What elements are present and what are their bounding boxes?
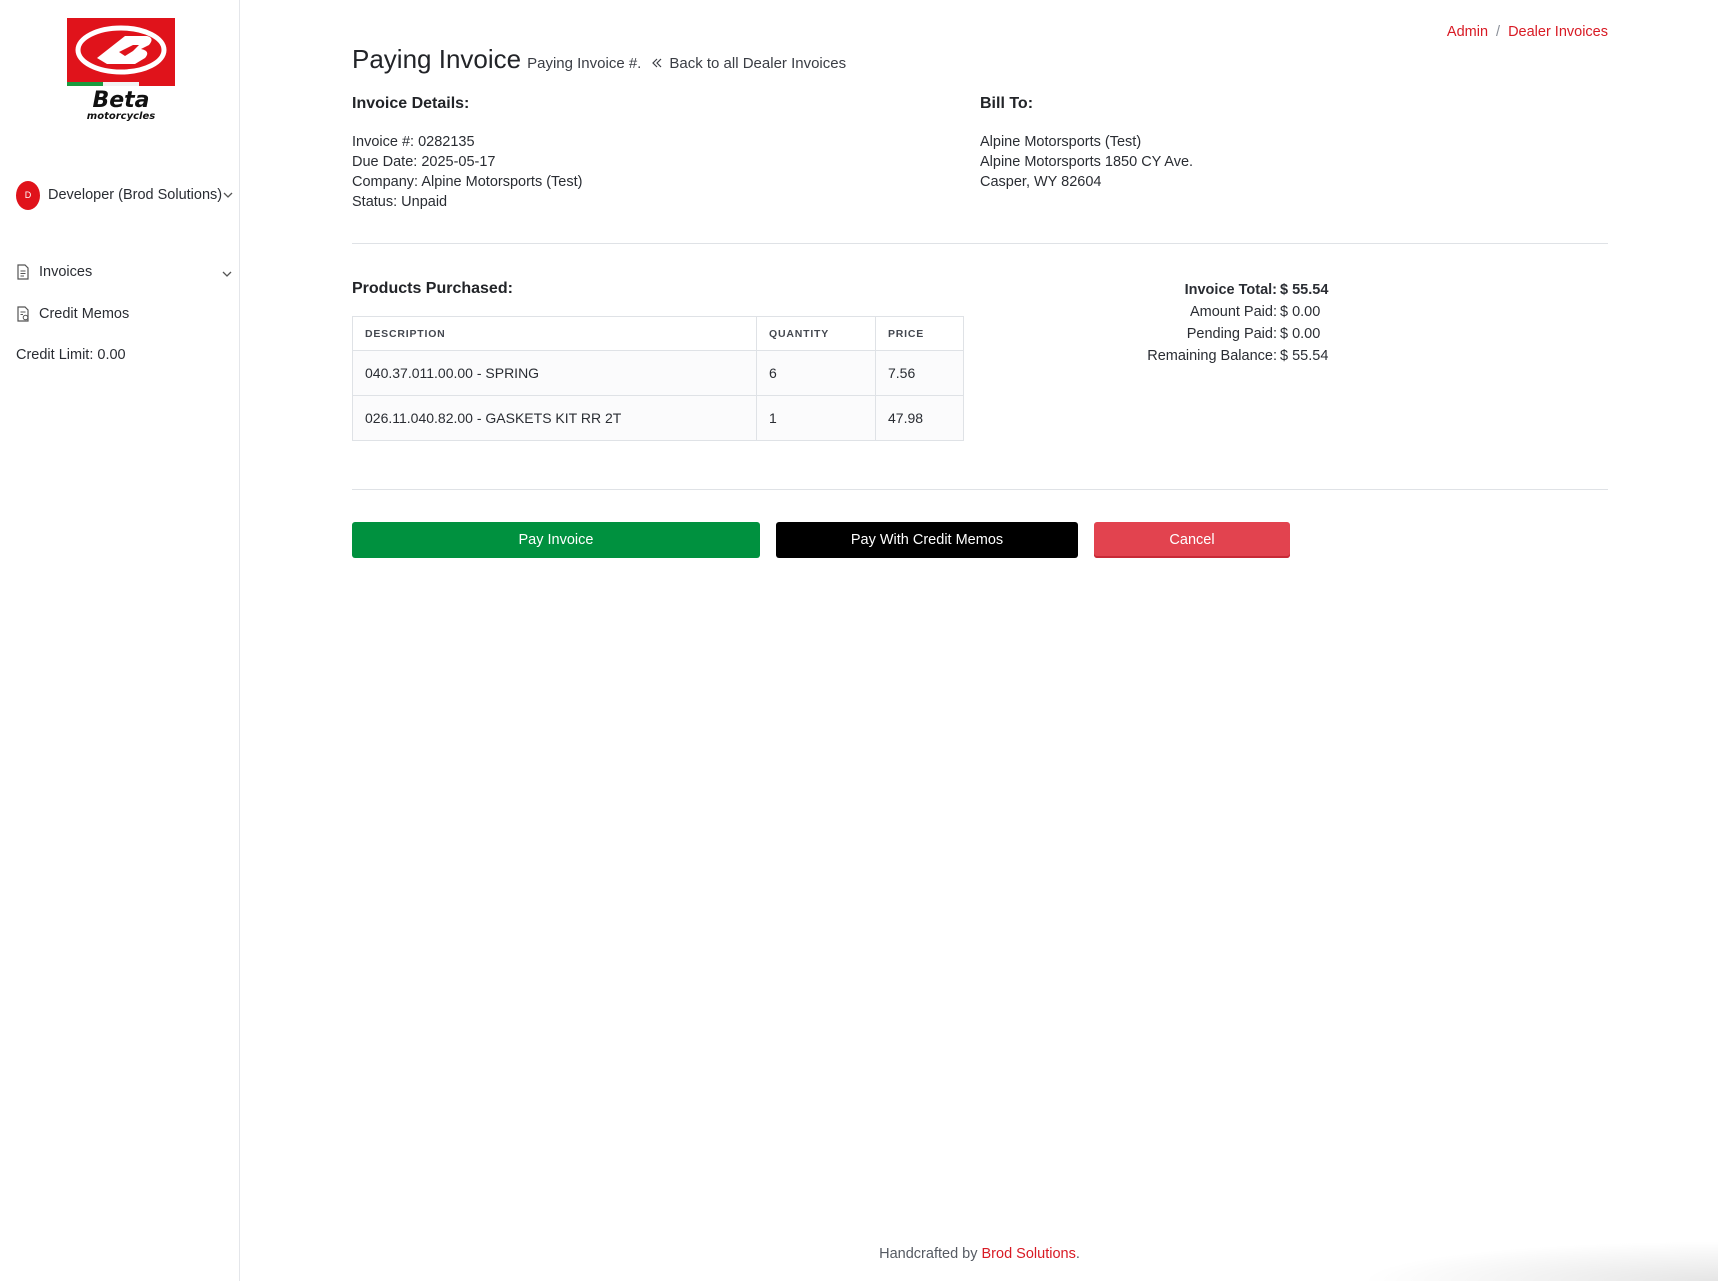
invoice-due-date: Due Date: 2025-05-17: [352, 154, 496, 170]
breadcrumb-admin[interactable]: Admin: [1447, 24, 1488, 40]
breadcrumb-separator: /: [1496, 24, 1501, 40]
invoice-details: Invoice #: 0282135 Due Date: 2025-05-17 …: [352, 132, 582, 212]
corner-shadow: [1358, 1241, 1718, 1281]
divider: [352, 243, 1608, 244]
cell-price: 47.98: [875, 395, 964, 441]
chevron-down-icon: [223, 186, 233, 204]
cell-description: 040.37.011.00.00 - SPRING: [352, 350, 757, 396]
invoice-number: Invoice #: 0282135: [352, 134, 475, 150]
svg-text:motorcycles: motorcycles: [87, 111, 155, 122]
cell-price: 7.56: [875, 350, 964, 396]
column-header-description: DESCRIPTION: [352, 316, 757, 351]
products-heading: Products Purchased:: [352, 280, 513, 297]
sidebar-item-credit-memos[interactable]: Credit Memos: [16, 300, 232, 328]
cell-quantity: 6: [756, 350, 876, 396]
pay-with-credit-memos-button[interactable]: Pay With Credit Memos: [776, 522, 1078, 558]
total-row-invoice-total: Invoice Total: $ 55.54: [1091, 279, 1329, 301]
invoice-status: Status: Unpaid: [352, 194, 448, 210]
cell-description: 026.11.040.82.00 - GASKETS KIT RR 2T: [352, 395, 757, 441]
back-link-label: Back to all Dealer Invoices: [669, 55, 847, 72]
footer-suffix: .: [1075, 1246, 1080, 1262]
pay-invoice-button[interactable]: Pay Invoice: [352, 522, 760, 558]
footer-text: Handcrafted by: [879, 1246, 982, 1262]
document-icon: [16, 264, 30, 280]
breadcrumb-dealer-invoices[interactable]: Dealer Invoices: [1508, 24, 1608, 40]
total-row-remaining-balance: Remaining Balance: $ 55.54: [1091, 345, 1328, 367]
bill-to-city: Casper, WY 82604: [980, 174, 1102, 190]
footer-brod-solutions-link[interactable]: Brod Solutions: [982, 1246, 1076, 1262]
cell-quantity: 1: [756, 395, 876, 441]
bill-to-name: Alpine Motorsports (Test): [980, 134, 1142, 150]
invoice-company: Company: Alpine Motorsports (Test): [352, 174, 583, 190]
bill-to-heading: Bill To:: [980, 95, 1034, 112]
credit-limit: Credit Limit: 0.00: [16, 347, 126, 363]
total-row-amount-paid: Amount Paid: $ 0.00: [1091, 301, 1328, 323]
total-label: Invoice Total:: [1184, 282, 1277, 298]
total-label: Remaining Balance:: [1147, 348, 1277, 364]
document-dollar-icon: [16, 306, 30, 322]
sidebar-item-invoices[interactable]: Invoices: [16, 258, 232, 286]
sidebar-item-label: Credit Memos: [39, 306, 130, 322]
page-title: Paying Invoice: [352, 44, 522, 74]
page-subtitle: Paying Invoice #.: [527, 55, 642, 72]
invoice-details-heading: Invoice Details:: [352, 95, 470, 112]
total-value: $ 0.00: [1280, 326, 1321, 342]
divider: [352, 489, 1608, 490]
total-value: $ 55.54: [1280, 348, 1329, 364]
total-label: Pending Paid:: [1186, 326, 1277, 342]
invoice-totals: Invoice Total: $ 55.54 Amount Paid: $ 0.…: [1091, 279, 1328, 367]
breadcrumb: Admin / Dealer Invoices: [1447, 24, 1608, 40]
main-content: Admin / Dealer Invoices Paying Invoice P…: [241, 0, 1718, 1281]
total-row-pending-paid: Pending Paid: $ 0.00: [1091, 323, 1328, 345]
double-chevron-left-icon: [651, 55, 663, 72]
sidebar: Beta motorcycles D Developer (Brod Solut…: [0, 0, 240, 1281]
svg-text:Beta: Beta: [92, 88, 149, 113]
user-avatar: D: [16, 180, 40, 210]
table-header-row: DESCRIPTION QUANTITY PRICE: [352, 316, 964, 351]
products-table: DESCRIPTION QUANTITY PRICE 040.37.011.00…: [352, 316, 964, 441]
user-name: Developer (Brod Solutions): [48, 187, 223, 203]
chevron-down-icon: [222, 266, 232, 282]
user-menu[interactable]: D Developer (Brod Solutions): [16, 180, 233, 210]
back-to-invoices-link[interactable]: Back to all Dealer Invoices: [651, 55, 846, 72]
column-header-quantity: QUANTITY: [756, 316, 876, 351]
page-header: Paying Invoice Paying Invoice #. Back to…: [352, 44, 846, 75]
total-label: Amount Paid:: [1189, 304, 1277, 320]
cancel-button[interactable]: Cancel: [1094, 522, 1290, 558]
beta-logo[interactable]: Beta motorcycles: [67, 18, 175, 122]
total-value: $ 0.00: [1280, 304, 1321, 320]
column-header-price: PRICE: [875, 316, 964, 351]
bill-to-street: Alpine Motorsports 1850 CY Ave.: [980, 154, 1194, 170]
sidebar-item-label: Invoices: [39, 264, 93, 280]
table-row: 026.11.040.82.00 - GASKETS KIT RR 2T 1 4…: [352, 395, 964, 441]
total-value: $ 55.54: [1280, 282, 1329, 298]
table-row: 040.37.011.00.00 - SPRING 6 7.56: [352, 350, 964, 396]
bill-to-address: Alpine Motorsports (Test) Alpine Motorsp…: [980, 132, 1193, 192]
